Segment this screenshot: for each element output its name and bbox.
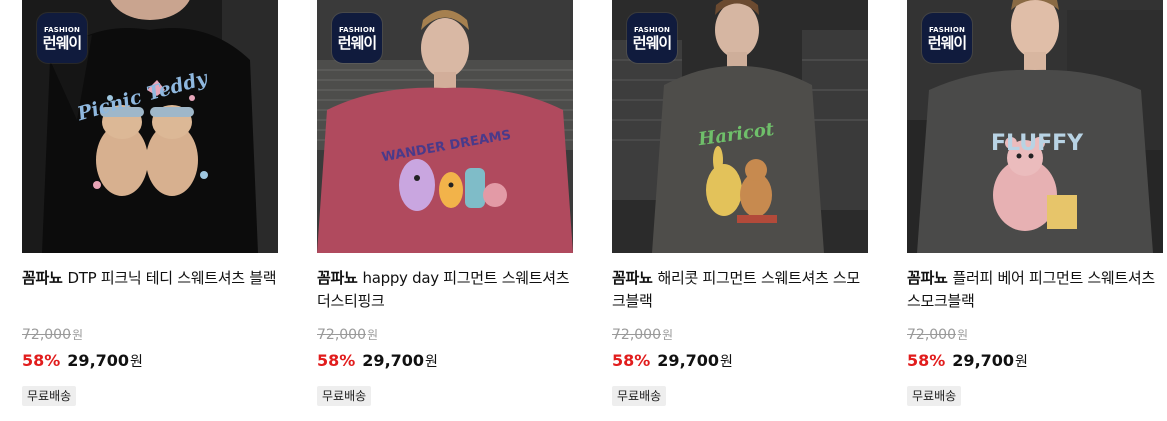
free-shipping-badge: 무료배송 <box>612 386 667 406</box>
sale-price: 29,700 <box>67 351 130 370</box>
badge-small-text: FASHION <box>338 25 376 34</box>
product-card[interactable]: Haricot FASHION 런웨이 꼼파뇨 해리콧 피그먼트 스웨트셔츠 스모… <box>612 0 868 406</box>
sale-price: 29,700 <box>657 351 720 370</box>
product-card[interactable]: Picnic Teddy FASHION 런웨이 꼼파뇨 DTP 피크닉 테디 스… <box>22 0 278 406</box>
product-card[interactable]: FLUFFY FASHION 런웨이 꼼파뇨 플러피 베어 피그먼트 스웨트셔츠 … <box>907 0 1163 406</box>
original-price-value: 72,000 <box>317 327 366 343</box>
product-card[interactable]: WANDER DREAMS FASHION 런웨이 꼼파뇨 happy day 피… <box>317 0 573 406</box>
original-price-value: 72,000 <box>22 327 71 343</box>
product-title[interactable]: 꼼파뇨 DTP 피크닉 테디 스웨트셔츠 블랙 <box>22 267 278 313</box>
product-title[interactable]: 꼼파뇨 플러피 베어 피그먼트 스웨트셔츠 스모크블랙 <box>907 267 1163 313</box>
free-shipping-badge: 무료배송 <box>907 386 962 406</box>
original-price: 72,000원 <box>612 326 868 344</box>
badge-big-text: 런웨이 <box>927 33 967 52</box>
currency-unit: 원 <box>72 328 84 342</box>
currency-unit: 원 <box>662 328 674 342</box>
original-price: 72,000원 <box>22 326 278 344</box>
currency-unit: 원 <box>720 354 733 370</box>
product-image[interactable]: WANDER DREAMS FASHION 런웨이 <box>317 0 573 253</box>
free-shipping-badge: 무료배송 <box>22 386 77 406</box>
sale-price-row: 58% 29,700원 <box>22 351 278 372</box>
badge-big-text: 런웨이 <box>337 33 377 52</box>
brand-name: 꼼파뇨 <box>612 269 653 287</box>
runway-badge: FASHION 런웨이 <box>627 13 677 63</box>
original-price: 72,000원 <box>317 326 573 344</box>
product-title[interactable]: 꼼파뇨 해리콧 피그먼트 스웨트셔츠 스모크블랙 <box>612 267 868 313</box>
sale-price: 29,700 <box>362 351 425 370</box>
sale-price-row: 58% 29,700원 <box>317 351 573 372</box>
currency-unit: 원 <box>367 328 379 342</box>
brand-name: 꼼파뇨 <box>907 269 948 287</box>
discount-rate: 58% <box>317 351 356 370</box>
runway-badge: FASHION 런웨이 <box>922 13 972 63</box>
product-title[interactable]: 꼼파뇨 happy day 피그먼트 스웨트셔츠 더스티핑크 <box>317 267 573 313</box>
runway-badge: FASHION 런웨이 <box>332 13 382 63</box>
brand-name: 꼼파뇨 <box>317 269 358 287</box>
free-shipping-badge: 무료배송 <box>317 386 372 406</box>
sale-price-row: 58% 29,700원 <box>612 351 868 372</box>
product-name: DTP 피크닉 테디 스웨트셔츠 블랙 <box>67 269 277 287</box>
original-price-value: 72,000 <box>612 327 661 343</box>
currency-unit: 원 <box>425 354 438 370</box>
currency-unit: 원 <box>957 328 969 342</box>
sale-price-row: 58% 29,700원 <box>907 351 1163 372</box>
graphic-text: FLUFFY <box>991 131 1084 156</box>
currency-unit: 원 <box>130 354 143 370</box>
discount-rate: 58% <box>612 351 651 370</box>
badge-small-text: FASHION <box>43 25 81 34</box>
badge-small-text: FASHION <box>928 25 966 34</box>
discount-rate: 58% <box>22 351 61 370</box>
product-grid: Picnic Teddy FASHION 런웨이 꼼파뇨 DTP 피크닉 테디 스… <box>0 0 1167 421</box>
badge-big-text: 런웨이 <box>632 33 672 52</box>
badge-small-text: FASHION <box>633 25 671 34</box>
badge-big-text: 런웨이 <box>42 33 82 52</box>
product-image[interactable]: Haricot FASHION 런웨이 <box>612 0 868 253</box>
currency-unit: 원 <box>1015 354 1028 370</box>
original-price: 72,000원 <box>907 326 1163 344</box>
brand-name: 꼼파뇨 <box>22 269 63 287</box>
product-image[interactable]: FLUFFY FASHION 런웨이 <box>907 0 1163 253</box>
original-price-value: 72,000 <box>907 327 956 343</box>
sale-price: 29,700 <box>952 351 1015 370</box>
runway-badge: FASHION 런웨이 <box>37 13 87 63</box>
discount-rate: 58% <box>907 351 946 370</box>
product-image[interactable]: Picnic Teddy FASHION 런웨이 <box>22 0 278 253</box>
